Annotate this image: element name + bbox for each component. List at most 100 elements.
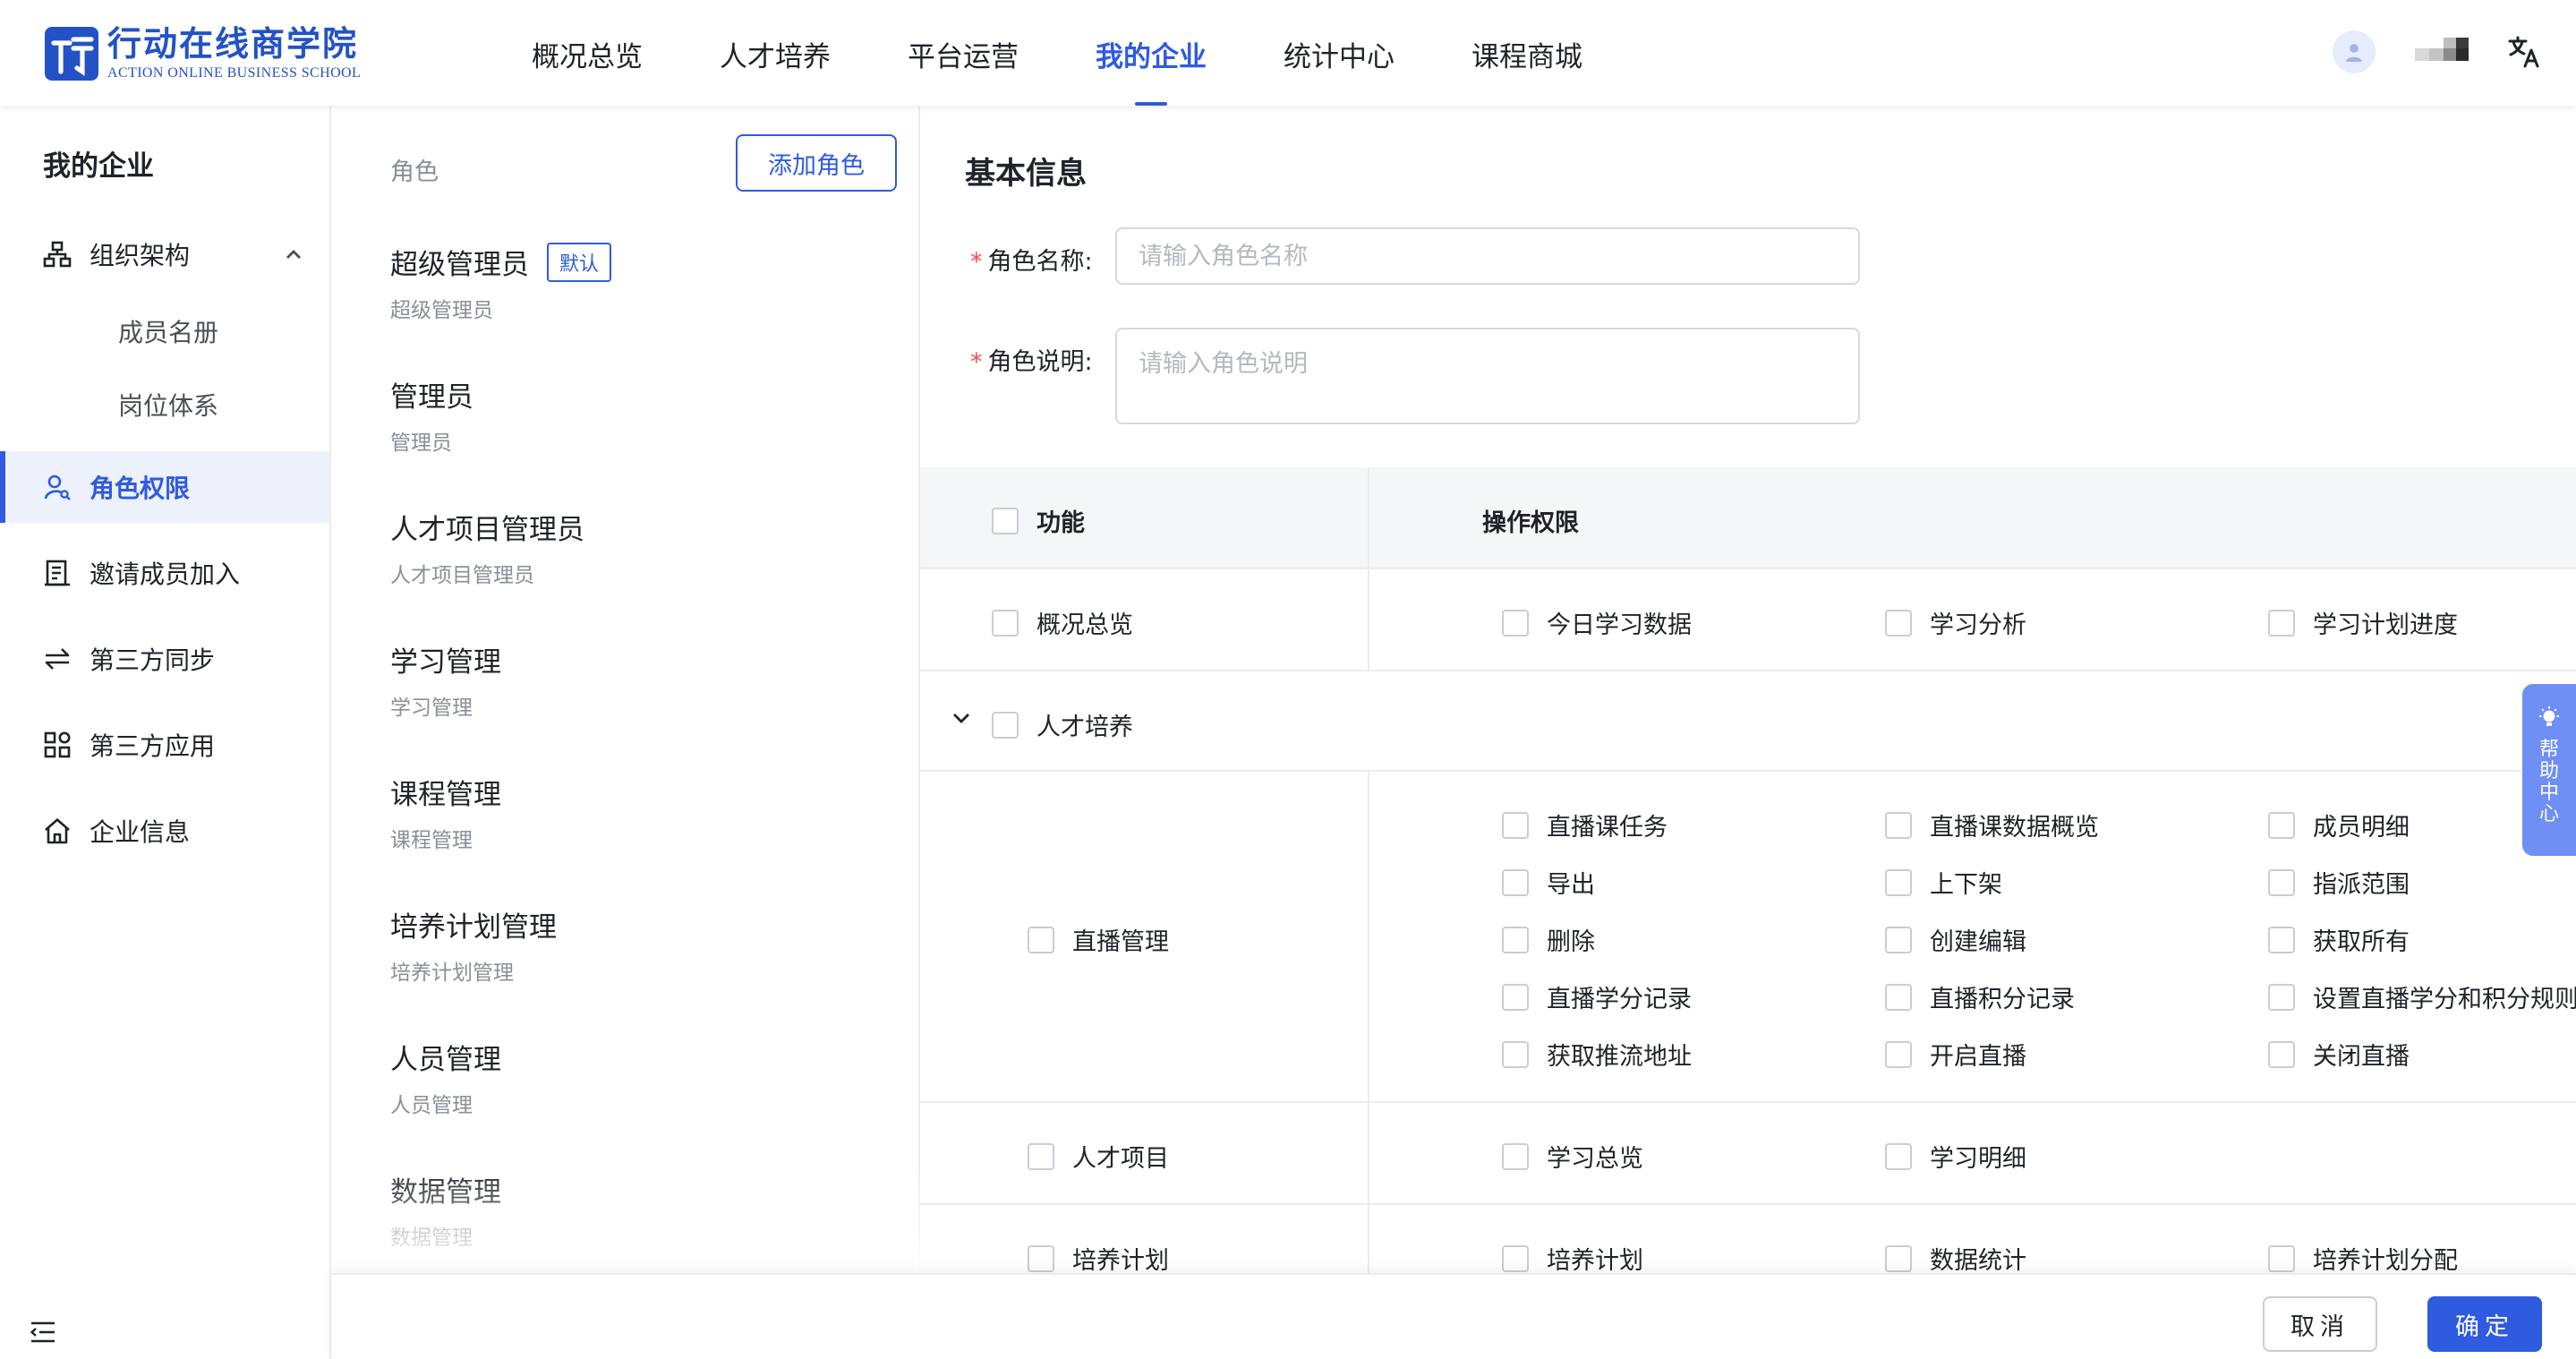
perm-op[interactable]: 指派范围 — [2268, 865, 2410, 900]
checkbox[interactable] — [1028, 926, 1054, 953]
confirm-button[interactable]: 确定 — [2427, 1296, 2542, 1352]
nav-course-mall[interactable]: 课程商城 — [1471, 0, 1582, 106]
perm-op[interactable]: 学习总览 — [1502, 1139, 1643, 1174]
nav-statistics[interactable]: 统计中心 — [1284, 0, 1395, 106]
checkbox[interactable] — [2268, 1244, 2295, 1272]
perm-op[interactable]: 培养计划 — [1502, 1241, 1643, 1273]
role-item[interactable]: 超级管理员 默认 超级管理员 — [390, 242, 909, 323]
cancel-button[interactable]: 取消 — [2263, 1296, 2377, 1352]
perm-op[interactable]: 直播积分记录 — [1885, 979, 2075, 1014]
checkbox[interactable] — [2268, 983, 2295, 1011]
perm-op[interactable]: 开启直播 — [1885, 1037, 2026, 1072]
checkbox[interactable] — [1885, 1244, 1912, 1272]
role-item[interactable]: 培养计划管理 培养计划管理 — [390, 904, 909, 986]
checkbox[interactable] — [1885, 983, 1912, 1011]
perm-op[interactable]: 学习计划进度 — [2268, 605, 2458, 640]
sidebar-item-invite[interactable]: 邀请成员加入 — [0, 537, 329, 609]
role-item[interactable]: 人员管理 人员管理 — [390, 1037, 909, 1118]
role-item[interactable]: 课程管理 课程管理 — [390, 772, 909, 853]
checkbox[interactable] — [1885, 868, 1912, 896]
checkbox[interactable] — [2268, 811, 2295, 839]
sidebar-item-org[interactable]: 组织架构 — [0, 218, 329, 290]
perm-module[interactable]: 概况总览 — [992, 605, 1133, 640]
perm-op[interactable]: 培养计划分配 — [2268, 1241, 2458, 1273]
role-item[interactable]: 人才项目管理员 人才项目管理员 — [390, 507, 909, 588]
perm-module[interactable]: 人才项目 — [1028, 1139, 1169, 1174]
sidebar-item-company[interactable]: 企业信息 — [0, 795, 329, 867]
avatar[interactable] — [2333, 30, 2376, 73]
checkbox[interactable] — [992, 609, 1019, 637]
sidebar-item-apps[interactable]: 第三方应用 — [0, 709, 329, 781]
checkbox[interactable] — [2268, 609, 2295, 637]
chevron-up-icon[interactable] — [283, 244, 304, 265]
nav-talent[interactable]: 人才培养 — [720, 0, 831, 106]
add-role-button[interactable]: 添加角色 — [736, 134, 897, 192]
perm-op[interactable]: 直播课数据概览 — [1885, 808, 2099, 842]
checkbox[interactable] — [1502, 1244, 1529, 1272]
checkbox[interactable] — [2268, 868, 2295, 896]
checkbox[interactable] — [1502, 926, 1529, 953]
checkbox[interactable] — [1502, 609, 1529, 637]
checkbox[interactable] — [1885, 811, 1912, 839]
column-operations: 操作权限 — [1482, 509, 1579, 537]
checkbox[interactable] — [992, 507, 1019, 534]
logo[interactable]: 行动在线商学院 ACTION ONLINE BUSINESS SCHOOL — [43, 21, 361, 86]
perm-op[interactable]: 删除 — [1502, 922, 1595, 957]
role-name-input[interactable] — [1115, 227, 1860, 285]
help-center-button[interactable]: 帮助中心 — [2522, 684, 2576, 856]
sidebar-item-sync[interactable]: 第三方同步 — [0, 623, 329, 695]
checkbox[interactable] — [1028, 1244, 1054, 1272]
nav-overview[interactable]: 概况总览 — [532, 0, 643, 106]
perm-op[interactable]: 上下架 — [1885, 865, 2002, 900]
role-item[interactable]: 学习管理 学习管理 — [390, 639, 909, 721]
sidebar-item-roles[interactable]: 角色权限 — [0, 451, 329, 523]
perm-op[interactable]: 直播课任务 — [1502, 808, 1668, 842]
perm-module[interactable]: 人才培养 — [992, 707, 1133, 742]
role-item[interactable]: 数据管理 数据管理 — [390, 1169, 909, 1251]
perm-module[interactable]: 直播管理 — [1028, 922, 1169, 957]
perm-op[interactable]: 数据统计 — [1885, 1241, 2026, 1273]
checkbox[interactable] — [2268, 926, 2295, 953]
checkbox[interactable] — [1885, 1142, 1912, 1170]
chevron-down-icon[interactable] — [951, 707, 972, 729]
perm-op[interactable]: 成员明细 — [2268, 808, 2410, 842]
perm-module[interactable]: 培养计划 — [1028, 1241, 1169, 1273]
perm-op[interactable]: 学习明细 — [1885, 1139, 2026, 1174]
role-name: 数据管理 — [390, 1176, 501, 1209]
perm-op[interactable]: 今日学习数据 — [1502, 605, 1692, 640]
role-desc: 学习管理 — [390, 697, 473, 720]
role-desc-input[interactable] — [1115, 328, 1860, 424]
user-name-blurred[interactable] — [2415, 34, 2469, 70]
sidebar-label-apps: 第三方应用 — [90, 731, 216, 761]
sidebar-item-members[interactable]: 成员名册 — [0, 295, 329, 367]
select-all[interactable]: 功能 — [992, 503, 1085, 538]
perm-op[interactable]: 获取所有 — [2268, 922, 2410, 957]
checkbox[interactable] — [1502, 983, 1529, 1011]
perm-op[interactable]: 关闭直播 — [2268, 1037, 2410, 1072]
translate-icon[interactable] — [2506, 34, 2542, 70]
sidebar-title: 我的企业 — [43, 150, 154, 183]
checkbox[interactable] — [1502, 868, 1529, 896]
sidebar-item-positions[interactable]: 岗位体系 — [0, 369, 329, 440]
checkbox[interactable] — [1502, 1040, 1529, 1068]
perm-op[interactable]: 设置直播学分和积分规则 — [2268, 979, 2576, 1014]
perm-op[interactable]: 获取推流地址 — [1502, 1037, 1692, 1072]
nav-my-company[interactable]: 我的企业 — [1096, 0, 1207, 106]
checkbox[interactable] — [2268, 1040, 2295, 1068]
perm-op[interactable]: 创建编辑 — [1885, 922, 2026, 957]
role-item[interactable]: 管理员 管理员 — [390, 374, 909, 456]
perm-op[interactable]: 学习分析 — [1885, 605, 2026, 640]
checkbox[interactable] — [1028, 1142, 1054, 1170]
checkbox[interactable] — [1502, 1142, 1529, 1170]
checkbox[interactable] — [1885, 609, 1912, 637]
collapse-menu-icon[interactable] — [29, 1318, 57, 1346]
role-desc-label: * 角色说明: — [970, 348, 1093, 376]
checkbox[interactable] — [992, 711, 1019, 739]
perm-op[interactable]: 导出 — [1502, 865, 1595, 900]
checkbox[interactable] — [1885, 926, 1912, 953]
perm-op[interactable]: 直播学分记录 — [1502, 979, 1692, 1014]
nav-operations[interactable]: 平台运营 — [908, 0, 1019, 106]
table-header: 功能 操作权限 — [920, 467, 2576, 569]
checkbox[interactable] — [1885, 1040, 1912, 1068]
checkbox[interactable] — [1502, 811, 1529, 839]
